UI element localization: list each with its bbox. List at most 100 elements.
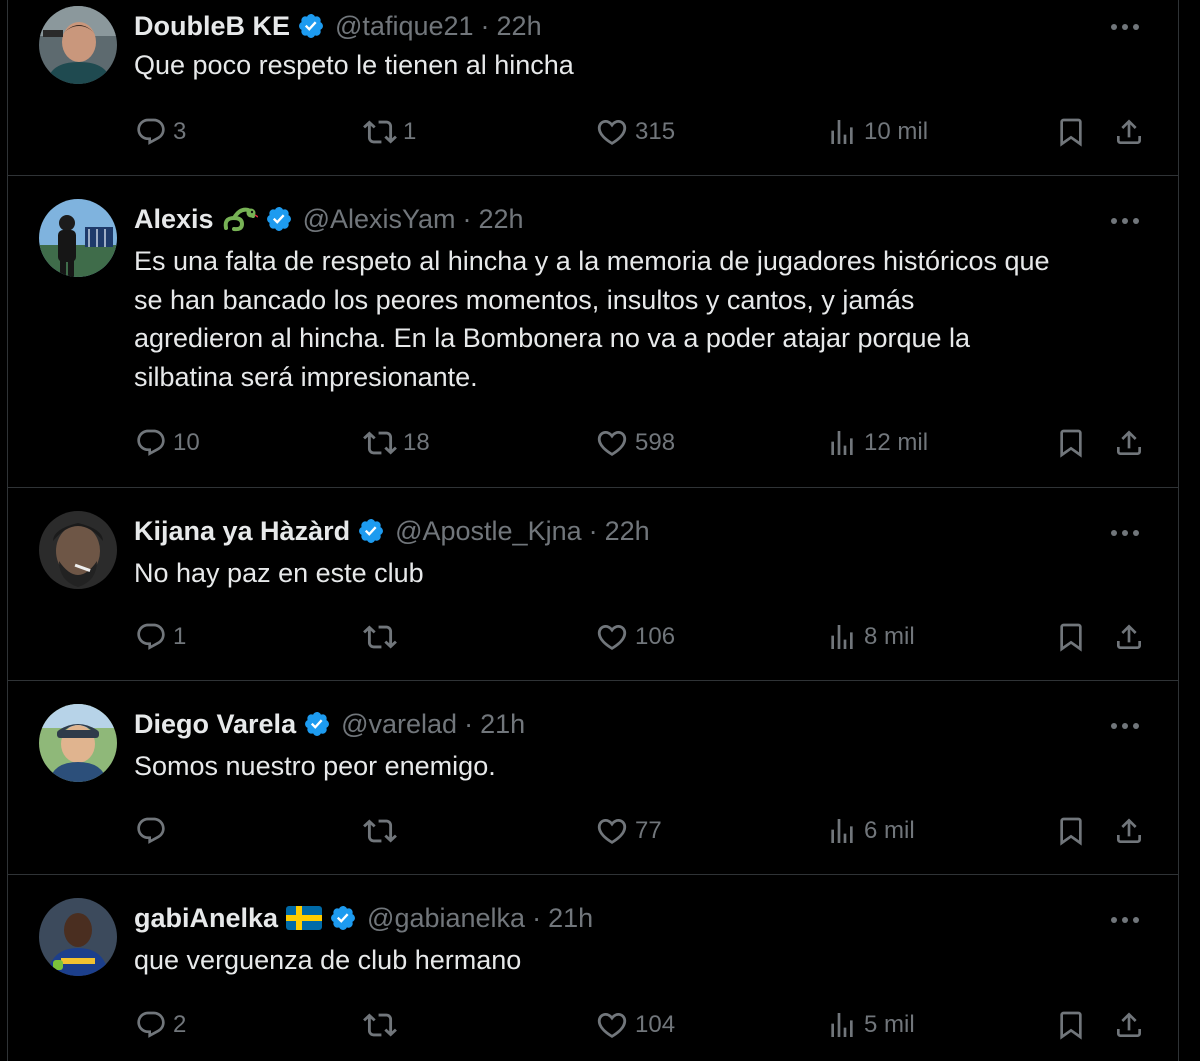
user-handle[interactable]: @varelad [341,707,457,741]
retweet-count: 18 [403,429,430,456]
reply-button[interactable]: 10 [135,423,200,463]
tweet-text-line: No hay paz en este club [134,558,424,588]
user-handle[interactable]: @Apostle_Kjna [395,514,582,548]
user-handle[interactable]: @gabianelka [367,901,525,935]
display-name[interactable]: DoubleB KE [134,9,290,43]
share-button[interactable] [1113,1005,1145,1045]
like-button[interactable]: 315 [595,112,675,152]
views-button[interactable]: 8 mil [826,617,915,657]
more-options-icon[interactable] [1105,518,1145,548]
tweet-text: que verguenza de club hermano [134,941,1164,980]
like-button[interactable]: 77 [595,811,662,851]
like-count: 598 [635,429,676,456]
like-button[interactable]: 104 [595,1005,675,1045]
snake-emoji-icon [222,204,258,234]
action-bar: 10 18 598 12 mil [8,423,1178,463]
verified-badge-icon [265,205,293,233]
heart-icon [595,426,629,460]
timestamp[interactable]: 21h [548,901,593,935]
reply-icon [135,815,167,847]
timestamp[interactable]: 22h [605,514,650,548]
retweet-button[interactable]: 18 [363,423,430,463]
timestamp[interactable]: 21h [480,707,525,741]
reply-count: 3 [173,118,187,145]
tweet[interactable]: Diego Varela @varelad · 21h Somos nuestr… [8,681,1178,875]
retweet-button[interactable]: 1 [363,112,416,152]
reply-button[interactable]: 1 [135,617,186,657]
avatar-image [39,511,117,589]
bookmark-icon [1055,815,1087,847]
display-name[interactable]: Diego Varela [134,707,296,741]
views-button[interactable]: 6 mil [826,811,915,851]
like-button[interactable]: 598 [595,423,675,463]
retweet-button[interactable] [363,617,403,657]
share-icon [1113,427,1145,459]
view-count: 5 mil [864,1011,915,1038]
tweet-header: Alexis @AlexisYam · 22h [134,202,524,236]
retweet-icon [363,115,397,149]
avatar[interactable] [39,199,117,277]
reply-count: 1 [173,623,187,650]
reply-count: 10 [173,429,200,456]
display-name[interactable]: Alexis [134,202,214,236]
bookmark-button[interactable] [1055,112,1087,152]
timestamp[interactable]: 22h [497,9,542,43]
share-button[interactable] [1113,423,1145,463]
tweet-header: Diego Varela @varelad · 21h [134,707,525,741]
reply-icon [135,621,167,653]
views-button[interactable]: 12 mil [826,423,928,463]
user-handle[interactable]: @AlexisYam [303,202,456,236]
views-icon [826,427,858,459]
more-options-icon[interactable] [1105,206,1145,236]
tweet[interactable]: gabiAnelka @gabianelka · 21h que verguen… [8,875,1178,1061]
bookmark-button[interactable] [1055,617,1087,657]
tweet-text-line: que verguenza de club hermano [134,945,522,975]
retweet-button[interactable] [363,811,403,851]
separator-dot: · [480,11,490,41]
retweet-count: 1 [403,118,417,145]
avatar[interactable] [39,898,117,976]
avatar[interactable] [39,6,117,84]
action-bar: 2 104 5 mil [8,1005,1178,1045]
tweet[interactable]: Alexis @AlexisYam · 22h Es una falta de … [8,176,1178,488]
reply-icon [135,116,167,148]
like-button[interactable]: 106 [595,617,675,657]
tweet-text-line: silbatina será impresionante. [134,361,478,392]
reply-button[interactable] [135,811,173,851]
share-button[interactable] [1113,617,1145,657]
bookmark-button[interactable] [1055,811,1087,851]
verified-badge-icon [297,12,325,40]
more-options-icon[interactable] [1105,12,1145,42]
views-button[interactable]: 10 mil [826,112,928,152]
share-button[interactable] [1113,811,1145,851]
bookmark-button[interactable] [1055,423,1087,463]
reply-count: 2 [173,1011,187,1038]
tweet[interactable]: DoubleB KE @tafique21 · 22h Que poco res… [8,0,1178,176]
views-button[interactable]: 5 mil [826,1005,915,1045]
tweet-text: No hay paz en este club [134,554,1164,593]
tweet[interactable]: Kijana ya Hàzàrd @Apostle_Kjna · 22h No … [8,488,1178,681]
avatar[interactable] [39,511,117,589]
heart-icon [595,814,629,848]
user-handle[interactable]: @tafique21 [335,9,474,43]
more-options-icon[interactable] [1105,711,1145,741]
tweet-header: DoubleB KE @tafique21 · 22h [134,9,542,43]
retweet-button[interactable] [363,1005,403,1045]
bookmark-button[interactable] [1055,1005,1087,1045]
tweet-text-line: Es una falta de respeto al hincha y a la… [134,246,1050,276]
separator-dot: · [464,709,474,739]
retweet-icon [363,814,397,848]
reply-button[interactable]: 2 [135,1005,186,1045]
avatar-image [39,199,117,277]
like-count: 104 [635,1011,676,1038]
separator-dot: · [532,903,542,933]
avatar[interactable] [39,704,117,782]
retweet-icon [363,620,397,654]
timestamp[interactable]: 22h [479,202,524,236]
display-name[interactable]: Kijana ya Hàzàrd [134,514,350,548]
reply-button[interactable]: 3 [135,112,186,152]
share-button[interactable] [1113,112,1145,152]
retweet-icon [363,1008,397,1042]
display-name[interactable]: gabiAnelka [134,901,278,935]
more-options-icon[interactable] [1105,905,1145,935]
